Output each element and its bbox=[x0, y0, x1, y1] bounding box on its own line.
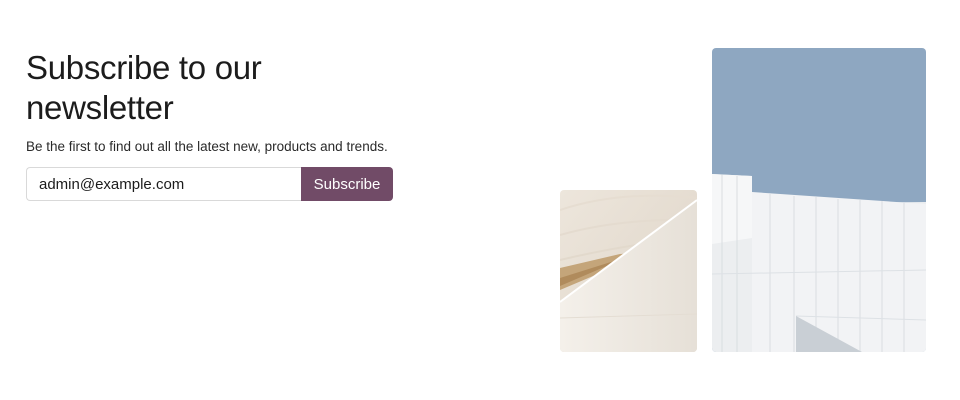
architecture-image-small bbox=[560, 190, 697, 352]
newsletter-section: Subscribe to our newsletter Be the first… bbox=[26, 48, 426, 201]
newsletter-subtitle: Be the first to find out all the latest … bbox=[26, 139, 388, 154]
newsletter-title: Subscribe to our newsletter bbox=[26, 49, 262, 126]
architecture-image-large bbox=[712, 48, 926, 352]
subscribe-form: Subscribe bbox=[26, 167, 393, 201]
email-input[interactable] bbox=[26, 167, 301, 201]
subscribe-button[interactable]: Subscribe bbox=[301, 167, 393, 201]
